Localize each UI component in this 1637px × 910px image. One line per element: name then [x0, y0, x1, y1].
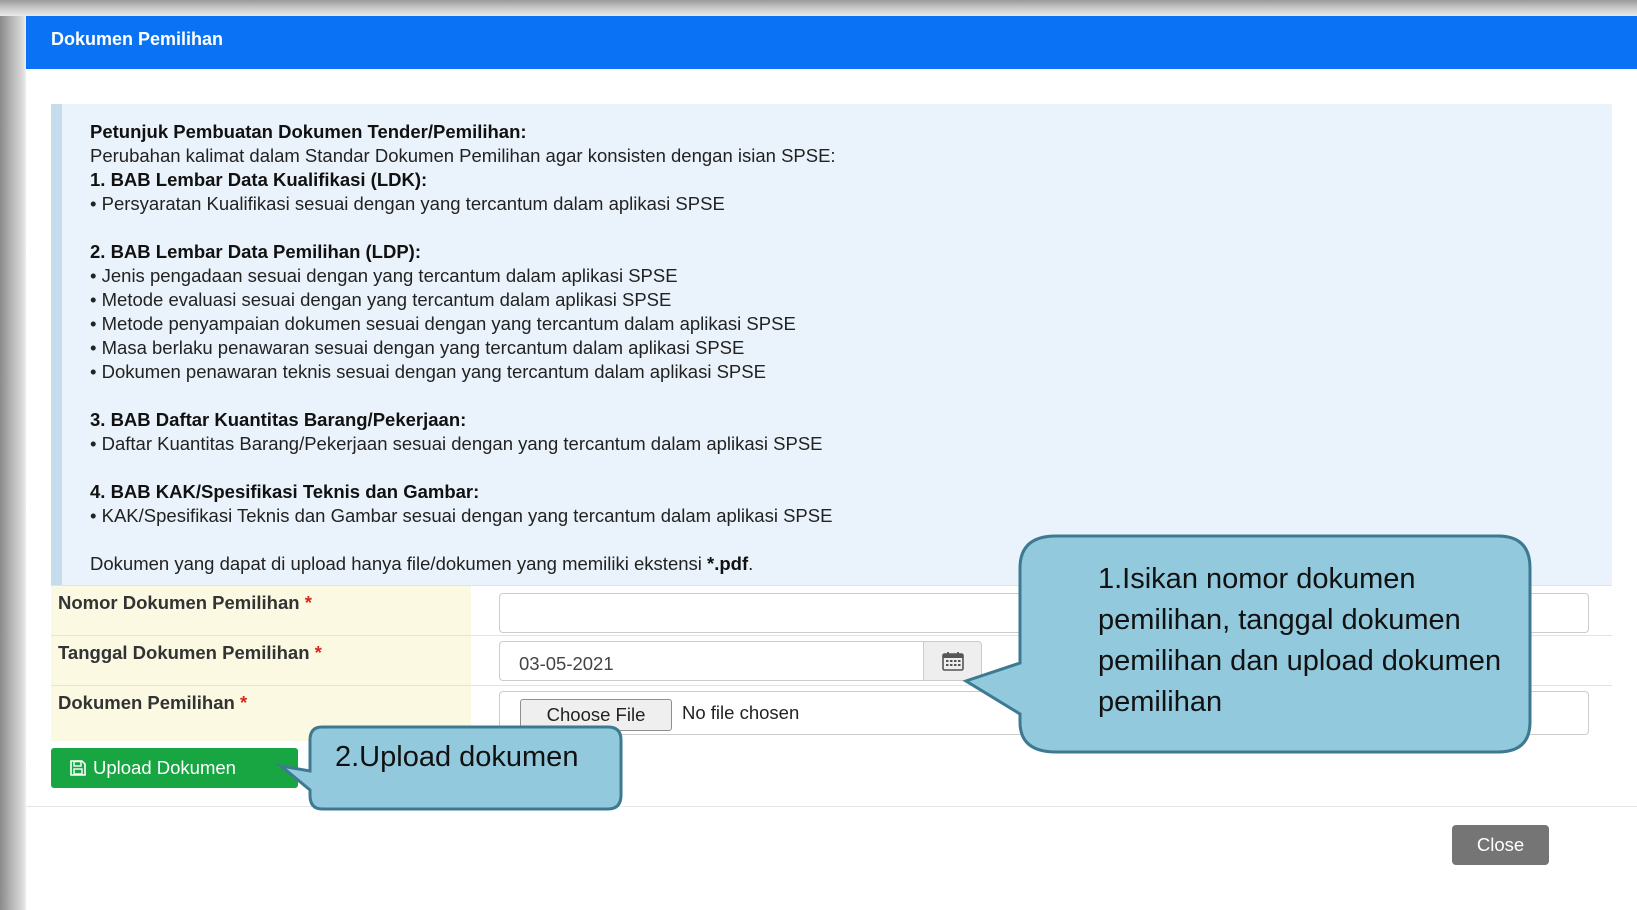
save-icon [70, 760, 86, 776]
section-item: • Masa berlaku penawaran sesuai dengan y… [90, 337, 745, 358]
upload-note-extension: *.pdf [707, 553, 749, 574]
dialog-title: Dokumen Pemilihan [51, 29, 224, 49]
upload-note-text: Dokumen yang dapat di upload hanya file/… [90, 553, 708, 574]
section-title: 1. BAB Lembar Data Kualifikasi (LDK): [90, 169, 428, 190]
section-item: • Metode penyampaian dokumen sesuai deng… [90, 313, 796, 334]
required-mark: * [304, 592, 312, 613]
section-item: • Dokumen penawaran teknis sesuai dengan… [90, 361, 766, 382]
close-button[interactable]: Close [1452, 825, 1549, 865]
file-status: No file chosen [682, 702, 800, 723]
label-nomor-dokumen: Nomor Dokumen Pemilihan * [51, 586, 471, 636]
section-item: • Jenis pengadaan sesuai dengan yang ter… [90, 265, 678, 286]
label-text: Tanggal Dokumen Pemilihan [58, 642, 310, 663]
instructions-heading: Petunjuk Pembuatan Dokumen Tender/Pemili… [90, 121, 527, 142]
upload-note-suffix: . [748, 553, 754, 574]
upload-button-label: Upload Dokumen [93, 757, 236, 778]
callout-step1-text: 1.Isikan nomor dokumen pemilihan, tangga… [1098, 563, 1502, 718]
section-title: 3. BAB Daftar Kuantitas Barang/Pekerjaan… [90, 409, 467, 430]
label-tanggal-dokumen: Tanggal Dokumen Pemilihan * [51, 636, 471, 686]
footer-divider [26, 806, 1637, 807]
background-shadow-left [0, 0, 26, 910]
upload-dokumen-button[interactable]: Upload Dokumen [51, 748, 298, 788]
section-item: • Metode evaluasi sesuai dengan yang ter… [90, 289, 672, 310]
background-shadow-top [0, 0, 1637, 16]
label-text: Nomor Dokumen Pemilihan [58, 592, 300, 613]
section-item: • Persyaratan Kualifikasi sesuai dengan … [90, 193, 725, 214]
calendar-button[interactable] [923, 641, 982, 681]
calendar-icon [941, 652, 964, 671]
label-dokumen-pemilihan: Dokumen Pemilihan * [51, 686, 471, 741]
section-title: 2. BAB Lembar Data Pemilihan (LDP): [90, 241, 422, 262]
required-mark: * [239, 692, 248, 713]
dialog-header: Dokumen Pemilihan [26, 16, 1637, 69]
choose-file-button[interactable]: Choose File [520, 699, 672, 731]
required-mark: * [314, 642, 322, 663]
tanggal-dokumen-input[interactable]: 03-05-2021 [499, 641, 924, 681]
section-item: • KAK/Spesifikasi Teknis dan Gambar sesu… [90, 505, 833, 526]
instructions-intro: Perubahan kalimat dalam Standar Dokumen … [90, 145, 836, 166]
dokumen-pemilihan-dialog: Dokumen Pemilihan Petunjuk Pembuatan Dok… [26, 16, 1637, 910]
section-item: • Daftar Kuantitas Barang/Pekerjaan sesu… [90, 433, 823, 454]
instructions-panel: Petunjuk Pembuatan Dokumen Tender/Pemili… [51, 104, 1612, 585]
section-title: 4. BAB KAK/Spesifikasi Teknis dan Gambar… [90, 481, 480, 502]
callout-step2-text: 2.Upload dokumen [335, 741, 579, 773]
label-text: Dokumen Pemilihan [58, 692, 235, 713]
